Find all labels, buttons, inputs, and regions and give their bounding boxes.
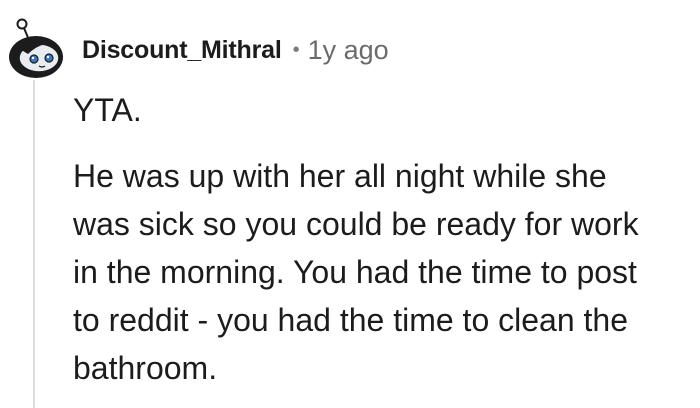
comment-paragraph: He was up with her all night while she w…: [73, 152, 693, 392]
comment-text-line: to reddit - you had the time to clean th…: [73, 302, 628, 338]
separator-dot: •: [292, 38, 300, 61]
comment-text-line: bathroom.: [73, 350, 218, 386]
comment: Discount_Mithral • 1y ago YTA. He was up…: [0, 0, 700, 408]
author-username[interactable]: Discount_Mithral: [82, 36, 282, 65]
comment-text-line: YTA.: [73, 92, 142, 128]
comment-body: YTA. He was up with her all night while …: [73, 86, 693, 392]
thread-line[interactable]: [33, 80, 35, 408]
comment-text-line: was sick so you could be ready for work: [73, 206, 639, 242]
snoo-avatar-icon[interactable]: [6, 18, 66, 80]
comment-paragraph: YTA.: [73, 86, 693, 134]
comment-age[interactable]: 1y ago: [308, 35, 389, 66]
comment-header: Discount_Mithral • 1y ago: [82, 34, 389, 66]
comment-text-line: He was up with her all night while she: [73, 158, 607, 194]
comment-text-line: in the morning. You had the time to post: [73, 254, 637, 290]
